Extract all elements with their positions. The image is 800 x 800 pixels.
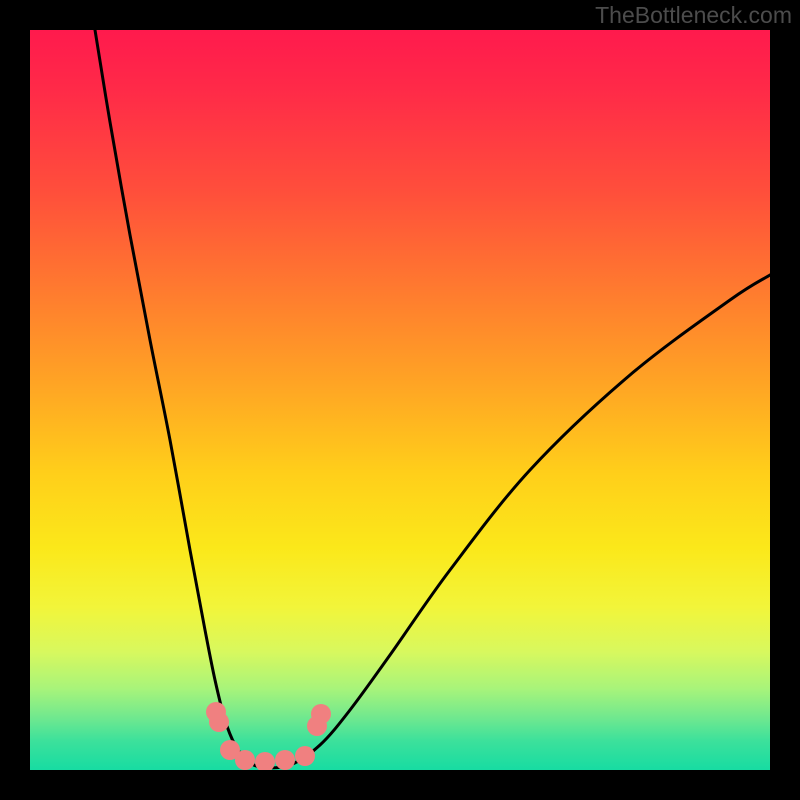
marker-dots bbox=[206, 702, 331, 770]
plot-area bbox=[30, 30, 770, 770]
curve-line bbox=[95, 30, 770, 768]
watermark-label: TheBottleneck.com bbox=[595, 2, 792, 29]
curve-svg bbox=[30, 30, 770, 770]
chart-frame: TheBottleneck.com bbox=[0, 0, 800, 800]
